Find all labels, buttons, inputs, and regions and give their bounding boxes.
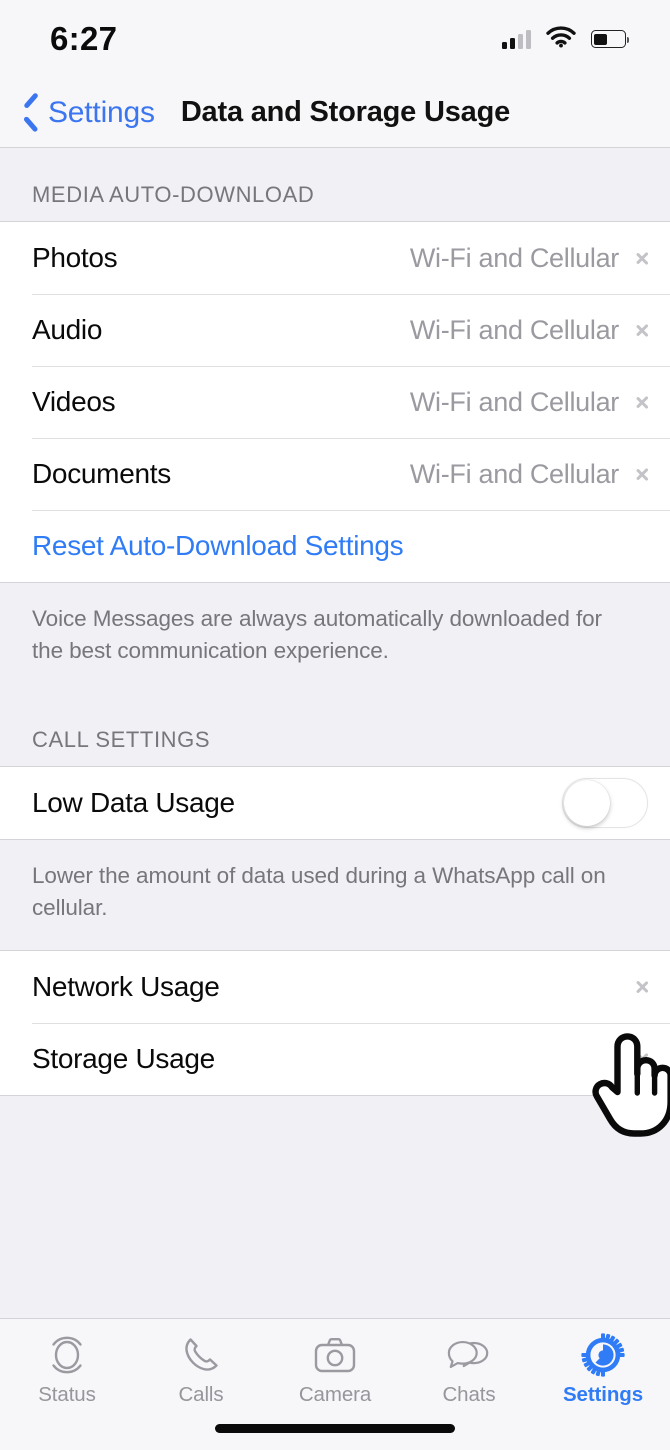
wifi-icon — [546, 25, 576, 53]
row-documents-right: Wi-Fi and Cellular — [410, 459, 648, 490]
low-data-usage-toggle[interactable] — [562, 777, 648, 828]
chevron-right-icon — [635, 391, 648, 413]
chevron-left-icon — [22, 98, 39, 127]
row-audio-right: Wi-Fi and Cellular — [410, 315, 648, 346]
status-bar-indicators — [502, 25, 630, 53]
chevron-right-icon — [635, 1048, 648, 1070]
chevron-right-icon — [635, 247, 648, 269]
tab-status[interactable]: Status — [0, 1334, 134, 1407]
row-audio[interactable]: Audio Wi-Fi and Cellular — [0, 294, 670, 366]
phone-screen: 6:27 Settings Data and Storage Usage MED… — [0, 0, 670, 1450]
tab-status-label: Status — [38, 1383, 96, 1406]
page-title: Data and Storage Usage — [180, 96, 511, 128]
camera-icon — [312, 1334, 358, 1376]
row-videos-label: Videos — [32, 386, 116, 417]
status-bar-clock: 6:27 — [50, 20, 118, 57]
reset-auto-download-label: Reset Auto-Download Settings — [32, 530, 404, 561]
tab-camera[interactable]: Camera — [268, 1334, 402, 1407]
row-videos-value: Wi-Fi and Cellular — [409, 386, 619, 417]
cellular-bars-icon — [502, 29, 531, 49]
status-bar: 6:27 — [0, 0, 670, 78]
row-documents-label: Documents — [32, 458, 171, 489]
network-usage-right — [635, 976, 648, 998]
tab-settings[interactable]: Settings — [536, 1333, 670, 1407]
status-ring-icon — [44, 1334, 90, 1376]
tab-chats[interactable]: Chats — [402, 1334, 536, 1407]
storage-usage-right — [635, 1048, 648, 1070]
row-storage-usage[interactable]: Storage Usage — [0, 1022, 670, 1095]
row-photos-right: Wi-Fi and Cellular — [410, 243, 648, 274]
section-header-calls: CALL SETTINGS — [0, 692, 670, 766]
row-network-usage[interactable]: Network Usage — [0, 950, 670, 1023]
storage-usage-label: Storage Usage — [32, 1042, 215, 1074]
gear-icon — [580, 1333, 626, 1377]
low-data-usage-right — [562, 777, 648, 828]
chevron-right-icon — [635, 319, 648, 341]
back-button[interactable]: Settings — [0, 96, 155, 130]
usage-group: Network Usage Storage Usage — [0, 949, 670, 1096]
tab-calls-label: Calls — [178, 1383, 224, 1406]
row-audio-value: Wi-Fi and Cellular — [409, 314, 619, 345]
row-audio-label: Audio — [32, 314, 103, 345]
toggle-knob — [564, 779, 610, 826]
tab-bar: Status Calls Camera Chats Settings — [0, 1318, 670, 1450]
home-indicator — [215, 1424, 455, 1433]
section-header-media: MEDIA AUTO-DOWNLOAD — [0, 148, 670, 221]
section-footer-media: Voice Messages are always automatically … — [0, 583, 670, 693]
back-button-label: Settings — [48, 95, 155, 129]
media-auto-download-group: Photos Wi-Fi and Cellular Audio Wi-Fi an… — [0, 221, 670, 583]
tab-camera-label: Camera — [298, 1383, 372, 1406]
section-footer-calls: Lower the amount of data used during a W… — [0, 839, 670, 950]
navigation-bar: Settings Data and Storage Usage — [0, 78, 670, 148]
row-documents[interactable]: Documents Wi-Fi and Cellular — [0, 438, 670, 510]
row-photos[interactable]: Photos Wi-Fi and Cellular — [0, 222, 670, 294]
row-low-data-usage[interactable]: Low Data Usage — [0, 766, 670, 839]
row-photos-label: Photos — [32, 242, 118, 273]
chat-bubbles-icon — [446, 1334, 492, 1376]
chevron-right-icon — [635, 976, 648, 998]
row-videos-right: Wi-Fi and Cellular — [410, 387, 648, 418]
row-reset-auto-download[interactable]: Reset Auto-Download Settings — [0, 510, 670, 582]
battery-icon — [591, 30, 630, 48]
low-data-usage-label: Low Data Usage — [32, 786, 235, 818]
row-videos[interactable]: Videos Wi-Fi and Cellular — [0, 366, 670, 438]
tab-calls[interactable]: Calls — [134, 1334, 268, 1407]
tab-chats-label: Chats — [442, 1383, 496, 1406]
row-documents-value: Wi-Fi and Cellular — [409, 458, 619, 489]
tab-settings-label: Settings — [562, 1383, 644, 1406]
call-settings-group: Low Data Usage — [0, 765, 670, 840]
row-photos-value: Wi-Fi and Cellular — [409, 242, 619, 273]
network-usage-label: Network Usage — [32, 970, 220, 1002]
phone-icon — [178, 1334, 224, 1376]
chevron-right-icon — [635, 463, 648, 485]
